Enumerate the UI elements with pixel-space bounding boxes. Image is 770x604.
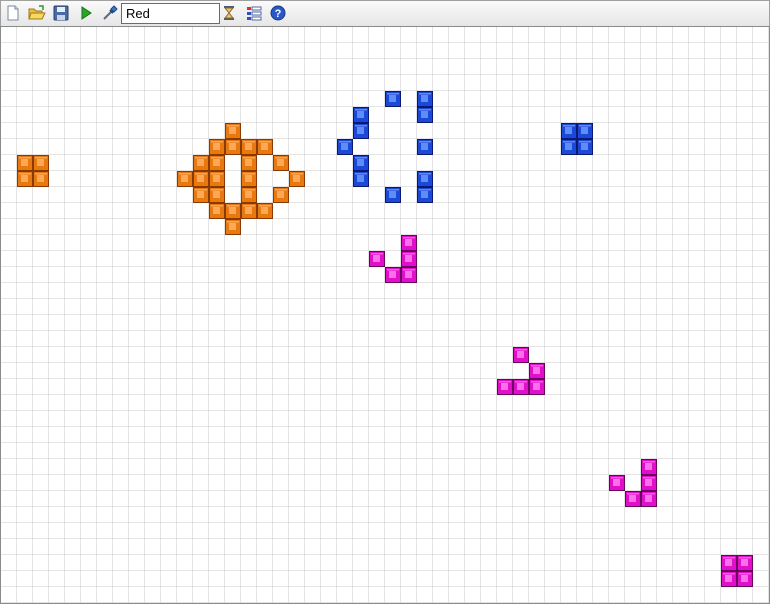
magenta-cell[interactable] [737, 571, 753, 587]
orange-cell[interactable] [209, 155, 225, 171]
blue-cell[interactable] [417, 171, 433, 187]
orange-cell[interactable] [209, 203, 225, 219]
orange-cell[interactable] [257, 139, 273, 155]
blue-cell[interactable] [417, 187, 433, 203]
orange-cell[interactable] [241, 155, 257, 171]
magenta-cell[interactable] [625, 491, 641, 507]
blue-cell[interactable] [577, 123, 593, 139]
orange-cell[interactable] [209, 139, 225, 155]
floppy-save-icon [53, 5, 69, 21]
blue-cell[interactable] [577, 139, 593, 155]
orange-cell[interactable] [193, 155, 209, 171]
orange-cell[interactable] [193, 171, 209, 187]
grid-canvas[interactable] [1, 27, 769, 603]
orange-cell[interactable] [241, 139, 257, 155]
hourglass-icon [223, 6, 235, 20]
toolbar: ? [0, 0, 770, 27]
orange-cell[interactable] [193, 187, 209, 203]
eyedropper-icon [103, 5, 118, 20]
magenta-cell[interactable] [721, 571, 737, 587]
blue-cell[interactable] [385, 91, 401, 107]
orange-cell[interactable] [209, 171, 225, 187]
orange-cell[interactable] [241, 171, 257, 187]
speed-button[interactable] [220, 4, 238, 22]
orange-cell[interactable] [225, 123, 241, 139]
blue-cell[interactable] [353, 123, 369, 139]
magenta-cell[interactable] [529, 363, 545, 379]
color-picker-button[interactable] [101, 4, 119, 22]
magenta-cell[interactable] [369, 251, 385, 267]
magenta-cell[interactable] [513, 379, 529, 395]
blue-cell[interactable] [561, 139, 577, 155]
magenta-cell[interactable] [385, 267, 401, 283]
orange-cell[interactable] [17, 171, 33, 187]
play-icon [81, 6, 92, 20]
cell-grid[interactable] [0, 26, 770, 604]
magenta-cell[interactable] [401, 235, 417, 251]
color-input[interactable] [121, 3, 220, 24]
help-button[interactable]: ? [269, 4, 287, 22]
orange-cell[interactable] [241, 203, 257, 219]
list-settings-icon [247, 6, 262, 21]
new-file-button[interactable] [4, 4, 22, 22]
orange-cell[interactable] [273, 155, 289, 171]
magenta-cell[interactable] [737, 555, 753, 571]
new-file-icon [7, 5, 19, 21]
blue-cell[interactable] [353, 171, 369, 187]
orange-cell[interactable] [209, 187, 225, 203]
save-button[interactable] [52, 4, 70, 22]
magenta-cell[interactable] [641, 475, 657, 491]
orange-cell[interactable] [33, 155, 49, 171]
magenta-cell[interactable] [401, 267, 417, 283]
orange-cell[interactable] [17, 155, 33, 171]
orange-cell[interactable] [273, 187, 289, 203]
settings-button[interactable] [245, 4, 263, 22]
grid-lines [1, 27, 769, 603]
svg-text:?: ? [275, 8, 282, 20]
magenta-cell[interactable] [641, 459, 657, 475]
orange-cell[interactable] [289, 171, 305, 187]
blue-cell[interactable] [337, 139, 353, 155]
orange-cell[interactable] [177, 171, 193, 187]
run-button[interactable] [77, 4, 95, 22]
blue-cell[interactable] [417, 139, 433, 155]
magenta-cell[interactable] [721, 555, 737, 571]
orange-cell[interactable] [33, 171, 49, 187]
blue-cell[interactable] [561, 123, 577, 139]
orange-cell[interactable] [241, 187, 257, 203]
magenta-cell[interactable] [497, 379, 513, 395]
blue-cell[interactable] [353, 155, 369, 171]
magenta-cell[interactable] [529, 379, 545, 395]
blue-cell[interactable] [353, 107, 369, 123]
orange-cell[interactable] [225, 139, 241, 155]
open-folder-button[interactable] [28, 4, 46, 22]
blue-cell[interactable] [417, 91, 433, 107]
orange-cell[interactable] [225, 219, 241, 235]
open-folder-icon [28, 5, 46, 20]
help-icon: ? [270, 5, 286, 21]
magenta-cell[interactable] [513, 347, 529, 363]
orange-cell[interactable] [257, 203, 273, 219]
magenta-cell[interactable] [609, 475, 625, 491]
magenta-cell[interactable] [401, 251, 417, 267]
blue-cell[interactable] [385, 187, 401, 203]
blue-cell[interactable] [417, 107, 433, 123]
magenta-cell[interactable] [641, 491, 657, 507]
orange-cell[interactable] [225, 203, 241, 219]
